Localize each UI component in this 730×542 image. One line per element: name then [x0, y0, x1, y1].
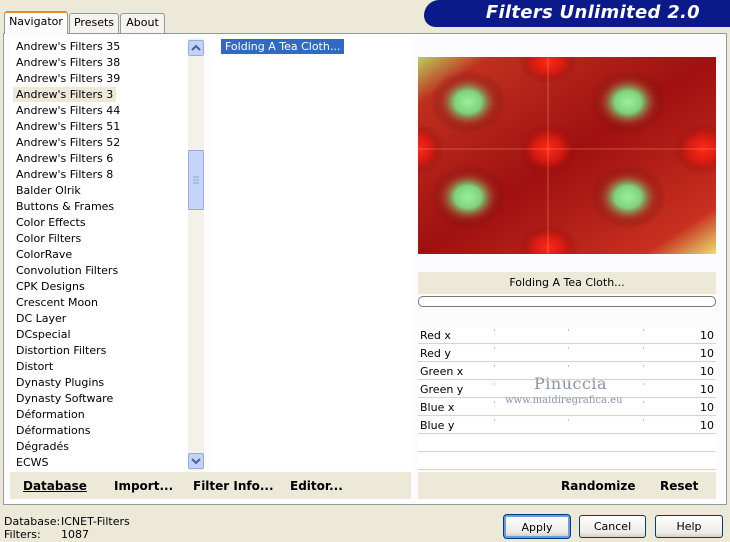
param-value: 10	[700, 329, 714, 342]
slider-tick	[494, 401, 495, 403]
progress-bar	[418, 296, 716, 307]
slider-tick	[643, 347, 644, 349]
category-item[interactable]: CPK Designs	[13, 279, 88, 294]
filter-info-button[interactable]: Filter Info...	[193, 479, 274, 493]
randomize-button[interactable]: Randomize	[561, 479, 635, 493]
editor-button[interactable]: Editor...	[290, 479, 343, 493]
watermark-site: www.maidiregrafica.eu	[505, 395, 623, 406]
category-item[interactable]: Distort	[13, 359, 56, 374]
help-button[interactable]: Help	[655, 515, 723, 538]
category-item[interactable]: Dynasty Plugins	[13, 375, 107, 390]
category-item[interactable]: ECWS	[13, 455, 52, 470]
category-item[interactable]: ColorRave	[13, 247, 75, 262]
slider-tick	[643, 383, 644, 385]
category-item[interactable]: Color Filters	[13, 231, 84, 246]
param-value: 10	[700, 401, 714, 414]
category-list[interactable]: Andrew's Filters 35 Andrew's Filters 38 An…	[10, 37, 205, 471]
category-item[interactable]: Déformation	[13, 407, 88, 422]
category-item[interactable]: DC Layer	[13, 311, 69, 326]
slider-tick	[494, 365, 495, 367]
category-item[interactable]: Andrew's Filters 39	[13, 71, 123, 86]
apply-button[interactable]: Apply	[503, 514, 571, 539]
category-item[interactable]: Andrew's Filters 38	[13, 55, 123, 70]
scroll-up-button[interactable]	[188, 40, 204, 56]
chevron-up-icon	[191, 44, 201, 51]
category-item[interactable]: Andrew's Filters 8	[13, 167, 116, 182]
param-value: 10	[700, 383, 714, 396]
tab-about[interactable]: About	[120, 13, 165, 33]
category-item[interactable]: Andrew's Filters 3	[13, 87, 117, 102]
category-item[interactable]: Color Effects	[13, 215, 89, 230]
slider-tick	[568, 329, 569, 331]
param-label: Green x	[420, 365, 464, 378]
param-label: Green y	[420, 383, 464, 396]
category-item[interactable]: Convolution Filters	[13, 263, 121, 278]
param-slider[interactable]: Blue y 10	[418, 417, 716, 434]
slider-tick	[568, 347, 569, 349]
reset-button[interactable]: Reset	[660, 479, 698, 493]
param-label: Red y	[420, 347, 451, 360]
scroll-thumb[interactable]	[188, 150, 204, 210]
param-slider-empty	[418, 453, 716, 470]
tab-presets[interactable]: Presets	[69, 13, 119, 33]
filter-item-selected[interactable]: Folding A Tea Cloth...	[221, 39, 345, 54]
slider-tick	[643, 401, 644, 403]
param-value: 10	[700, 365, 714, 378]
app-title: Filters Unlimited 2.0	[485, 2, 700, 23]
category-item[interactable]: DCspecial	[13, 327, 74, 342]
slider-tick	[643, 365, 644, 367]
param-label: Blue x	[420, 401, 455, 414]
category-item[interactable]: Balder Olrik	[13, 183, 84, 198]
slider-tick	[494, 419, 495, 421]
preview-filter-name: Folding A Tea Cloth...	[418, 272, 716, 294]
param-label: Red x	[420, 329, 451, 342]
header-banner: Filters Unlimited 2.0	[424, 0, 730, 27]
slider-tick	[494, 347, 495, 349]
param-slider[interactable]: Red y 10	[418, 345, 716, 362]
category-item[interactable]: Andrew's Filters 44	[13, 103, 123, 118]
tab-navigator[interactable]: Navigator	[4, 11, 68, 34]
slider-tick	[568, 419, 569, 421]
slider-tick	[568, 365, 569, 367]
filters-count: 1087	[61, 528, 89, 541]
category-item[interactable]: Andrew's Filters 52	[13, 135, 123, 150]
category-item[interactable]: Andrew's Filters 35	[13, 39, 123, 54]
category-item[interactable]: Déformations	[13, 423, 93, 438]
param-label: Blue y	[420, 419, 455, 432]
category-item[interactable]: Crescent Moon	[13, 295, 101, 310]
param-slider-empty	[418, 435, 716, 452]
scroll-down-button[interactable]	[188, 453, 204, 469]
grip-icon	[193, 176, 199, 184]
param-slider[interactable]: Red x 10	[418, 327, 716, 344]
category-item[interactable]: Distortion Filters	[13, 343, 109, 358]
category-item[interactable]: Buttons & Frames	[13, 199, 117, 214]
filter-list[interactable]: Folding A Tea Cloth...	[211, 37, 411, 471]
watermark-name: Pinuccia	[534, 374, 608, 393]
param-value: 10	[700, 419, 714, 432]
category-item[interactable]: Dégradés	[13, 439, 72, 454]
chevron-down-icon	[191, 458, 201, 465]
cancel-button[interactable]: Cancel	[579, 515, 646, 538]
param-value: 10	[700, 347, 714, 360]
import-button[interactable]: Import...	[114, 479, 173, 493]
category-item[interactable]: Dynasty Software	[13, 391, 116, 406]
category-item[interactable]: Andrew's Filters 6	[13, 151, 116, 166]
slider-tick	[494, 329, 495, 331]
database-label: Database:	[4, 515, 61, 528]
slider-tick	[494, 383, 495, 385]
slider-tick	[643, 329, 644, 331]
slider-tick	[643, 419, 644, 421]
preview-image	[418, 57, 716, 254]
category-scrollbar[interactable]	[188, 38, 204, 471]
database-button[interactable]: Database	[23, 479, 87, 493]
filters-label: Filters:	[4, 528, 41, 541]
category-item[interactable]: Andrew's Filters 51	[13, 119, 123, 134]
database-value: ICNET-Filters	[61, 515, 130, 528]
